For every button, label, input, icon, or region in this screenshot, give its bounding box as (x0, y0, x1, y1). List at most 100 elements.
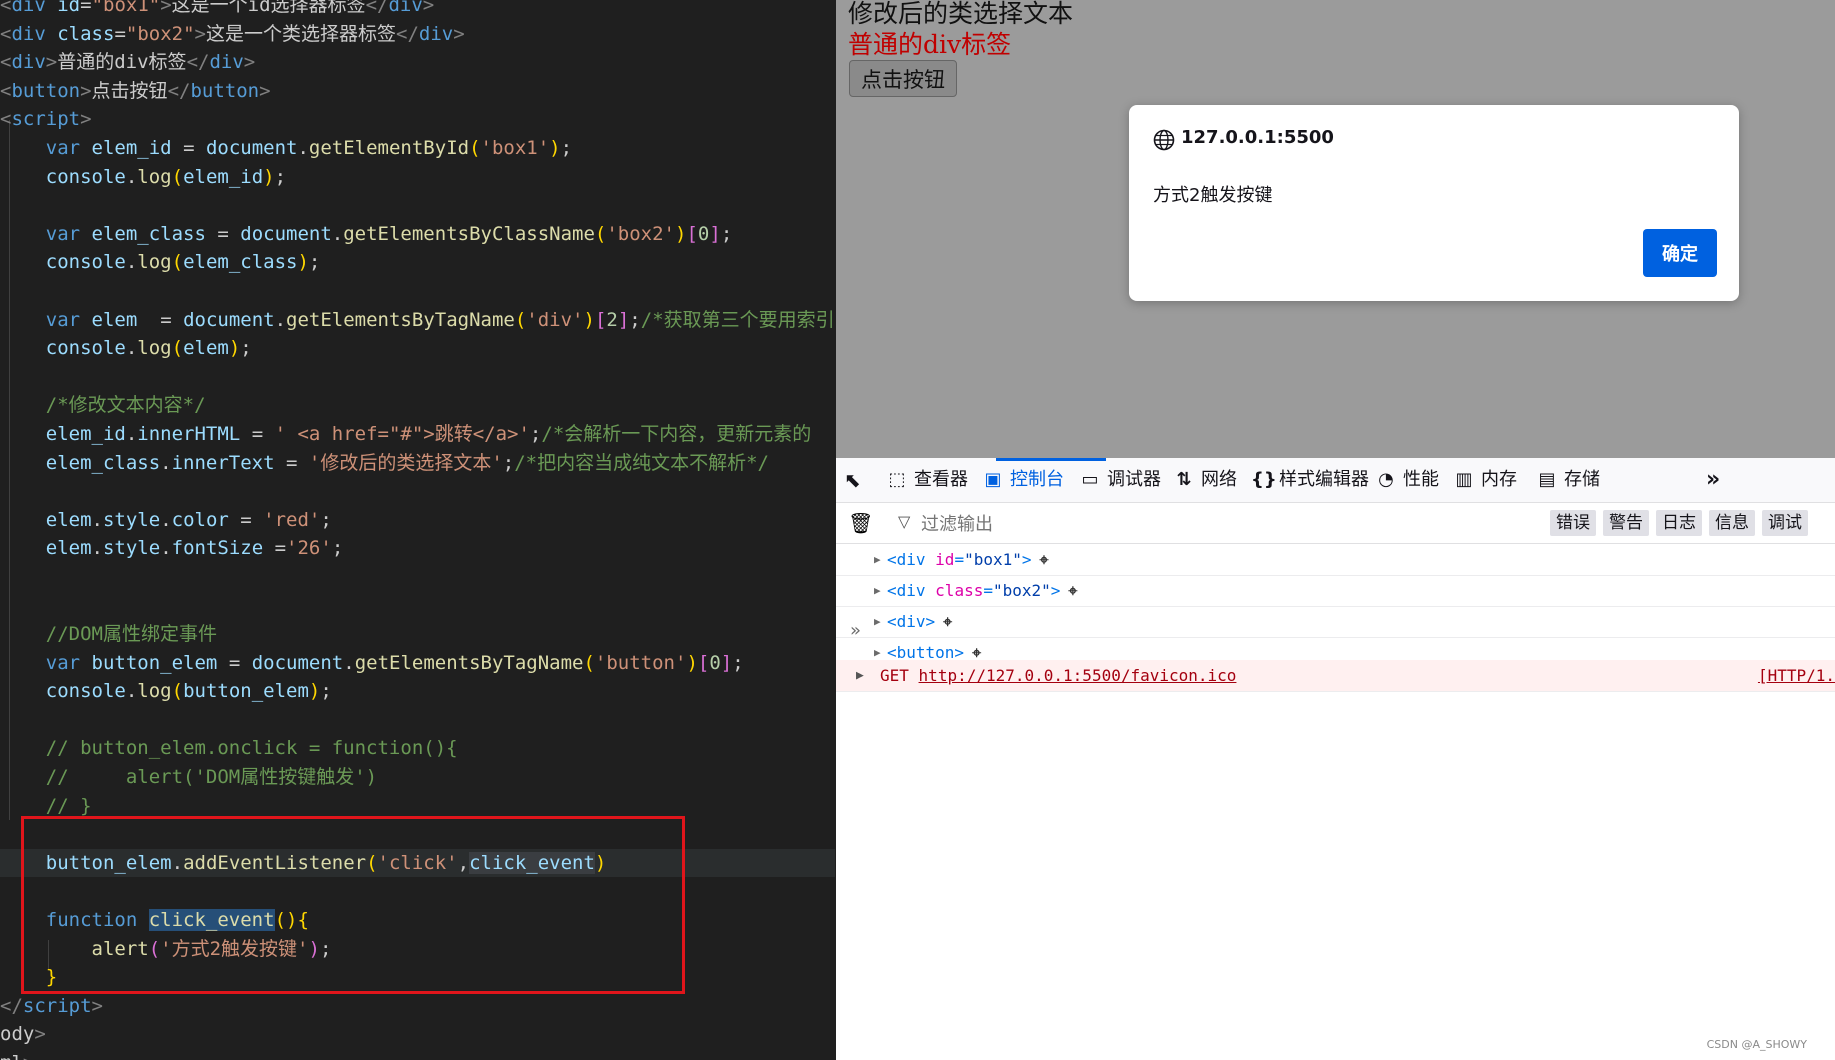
code-token: > (80, 108, 92, 131)
tab-network[interactable]: ⇅ 网络 (1173, 458, 1237, 502)
select-node-icon[interactable]: ⌖ (1068, 575, 1077, 606)
code-line[interactable]: var elem_class = document.getElementsByC… (0, 220, 835, 249)
code-token: ; (320, 680, 332, 703)
code-line[interactable]: var elem_id = document.getElementById('b… (0, 134, 835, 163)
code-line[interactable]: <div class="box2">这是一个类选择器标签</div> (0, 20, 835, 49)
page-plain-div-text: 普通的div标签 (848, 30, 1012, 59)
more-tabs-chevron-icon[interactable]: » (1706, 458, 1720, 502)
code-line[interactable]: console.log(elem_class); (0, 248, 835, 277)
code-line[interactable]: /*修改文本内容*/ (0, 391, 835, 420)
code-token: "box2" (125, 22, 195, 45)
console-log-row[interactable]: ▶ <div class="box2"> ⌖ (836, 575, 1835, 607)
code-token: ) (263, 165, 275, 188)
alert-dialog: 127.0.0.1:5500 方式2触发按键 确定 (1129, 105, 1739, 301)
code-token: </ (186, 51, 210, 74)
filter-output-input[interactable] (919, 509, 1423, 539)
tab-storage[interactable]: ▤ 存储 (1536, 458, 1600, 502)
code-token: innerHTML (137, 422, 241, 445)
code-token: . (297, 136, 309, 159)
level-debug-button[interactable]: 调试 (1762, 510, 1808, 536)
trash-icon[interactable]: 🗑 (848, 511, 873, 535)
code-line[interactable]: <script> (0, 105, 835, 134)
node-token: = (954, 550, 965, 569)
code-line[interactable] (0, 591, 835, 620)
code-line[interactable]: console.log(elem); (0, 334, 835, 363)
level-warning-button[interactable]: 警告 (1603, 510, 1649, 536)
code-line[interactable]: <div id="box1">这是一个id选择器标签</div> (0, 0, 835, 20)
code-line[interactable]: elem.style.fontSize ='26'; (0, 534, 835, 563)
code-token: ) (686, 651, 698, 674)
code-token: ; (629, 308, 641, 331)
request-status-link[interactable]: [HTTP/1. (1758, 660, 1835, 691)
code-line[interactable]: var elem = document.getElementsByTagName… (0, 306, 835, 335)
level-info-button[interactable]: 信息 (1709, 510, 1755, 536)
select-node-icon[interactable]: ⌖ (1040, 544, 1049, 575)
browser-viewport: 修改后的类选择文本 普通的div标签 点击按钮 127.0.0.1:5500 方… (836, 0, 1835, 458)
code-line[interactable]: <button>点击按钮</button> (0, 77, 835, 106)
code-token: ( (171, 337, 184, 360)
expand-arrow-icon[interactable]: ▶ (874, 606, 881, 637)
code-line[interactable]: //DOM属性绑定事件 (0, 620, 835, 649)
expand-arrow-icon[interactable]: ▶ (874, 544, 881, 575)
code-line[interactable] (0, 191, 835, 220)
request-url-link[interactable]: http://127.0.0.1:5500/favicon.ico (919, 666, 1237, 685)
network-error-row[interactable]: ▶ GET http://127.0.0.1:5500/favicon.ico … (836, 660, 1835, 692)
tab-console[interactable]: ▣ 控制台 (982, 458, 1064, 502)
code-line[interactable]: <div>普通的div标签</div> (0, 48, 835, 77)
element-picker-icon[interactable]: ⬉ (844, 458, 861, 502)
code-token: > (453, 22, 465, 45)
tab-style-editor[interactable]: {} 样式编辑器 (1251, 458, 1369, 502)
tab-memory[interactable]: ▥ 内存 (1453, 458, 1517, 502)
highlight-box (21, 816, 685, 994)
code-line[interactable]: // button_elem.onclick = function(){ (0, 734, 835, 763)
code-line[interactable]: </script> (0, 992, 835, 1021)
code-line[interactable]: console.log(elem_id); (0, 163, 835, 192)
code-line[interactable]: ody> (0, 1020, 835, 1049)
code-token: elem_id (91, 136, 172, 159)
code-token: div (388, 0, 423, 16)
code-line[interactable]: elem_class.innerText = '修改后的类选择文本';/*把内容… (0, 449, 835, 478)
code-line[interactable]: // alert('DOM属性按键触发') (0, 763, 835, 792)
logged-node[interactable]: <div class="box2"> ⌖ (887, 575, 1077, 606)
tab-inspector[interactable]: ⬚ 查看器 (886, 458, 968, 502)
code-line[interactable] (0, 706, 835, 735)
select-node-icon[interactable]: ⌖ (943, 606, 952, 637)
code-line[interactable] (0, 363, 835, 392)
tab-performance[interactable]: ◔ 性能 (1375, 458, 1439, 502)
code-token: style (102, 508, 161, 531)
code-token: </ (396, 22, 419, 45)
logged-node[interactable]: <div> ⌖ (887, 606, 952, 637)
code-token: </ (365, 0, 389, 16)
code-token: ' <a href="#">跳转</a>' (274, 422, 530, 445)
code-token: ; (308, 251, 321, 274)
console-log-row[interactable]: ▶ <div id="box1"> ⌖ (836, 544, 1835, 576)
code-line[interactable]: ml> (0, 1049, 835, 1060)
code-line[interactable] (0, 277, 835, 306)
code-line[interactable]: elem.style.color = 'red'; (0, 506, 835, 535)
code-line[interactable] (0, 477, 835, 506)
code-line[interactable]: elem_id.innerHTML = ' <a href="#">跳转</a>… (0, 420, 835, 449)
logged-node[interactable]: <div id="box1"> ⌖ (887, 544, 1049, 575)
code-line[interactable] (0, 563, 835, 592)
expand-arrow-icon[interactable]: ▶ (856, 660, 864, 691)
code-editor[interactable]: <div id="box1">这是一个id选择器标签</div> <div cla… (0, 0, 836, 1060)
code-line[interactable]: console.log(button_elem); (0, 677, 835, 706)
code-token: var (45, 136, 81, 159)
code-token: ) (583, 308, 595, 331)
level-log-button[interactable]: 日志 (1656, 510, 1702, 536)
code-token: /*修改文本内容*/ (45, 394, 206, 417)
expand-arrow-icon[interactable]: ▶ (874, 575, 881, 606)
dialog-ok-button[interactable]: 确定 (1643, 229, 1717, 277)
code-token: 'box2' (606, 222, 675, 245)
console-prompt-icon[interactable]: » (850, 620, 861, 641)
level-error-button[interactable]: 错误 (1550, 510, 1596, 536)
code-line[interactable]: var button_elem = document.getElementsBy… (0, 649, 835, 678)
code-token: elem_class (45, 451, 161, 474)
request-method: GET (880, 666, 909, 685)
console-log-row[interactable]: ▶ <div> ⌖ (836, 606, 1835, 638)
tab-debugger[interactable]: ▭ 调试器 (1079, 458, 1161, 502)
code-token: ( (514, 308, 527, 331)
page-click-button[interactable]: 点击按钮 (849, 60, 957, 97)
